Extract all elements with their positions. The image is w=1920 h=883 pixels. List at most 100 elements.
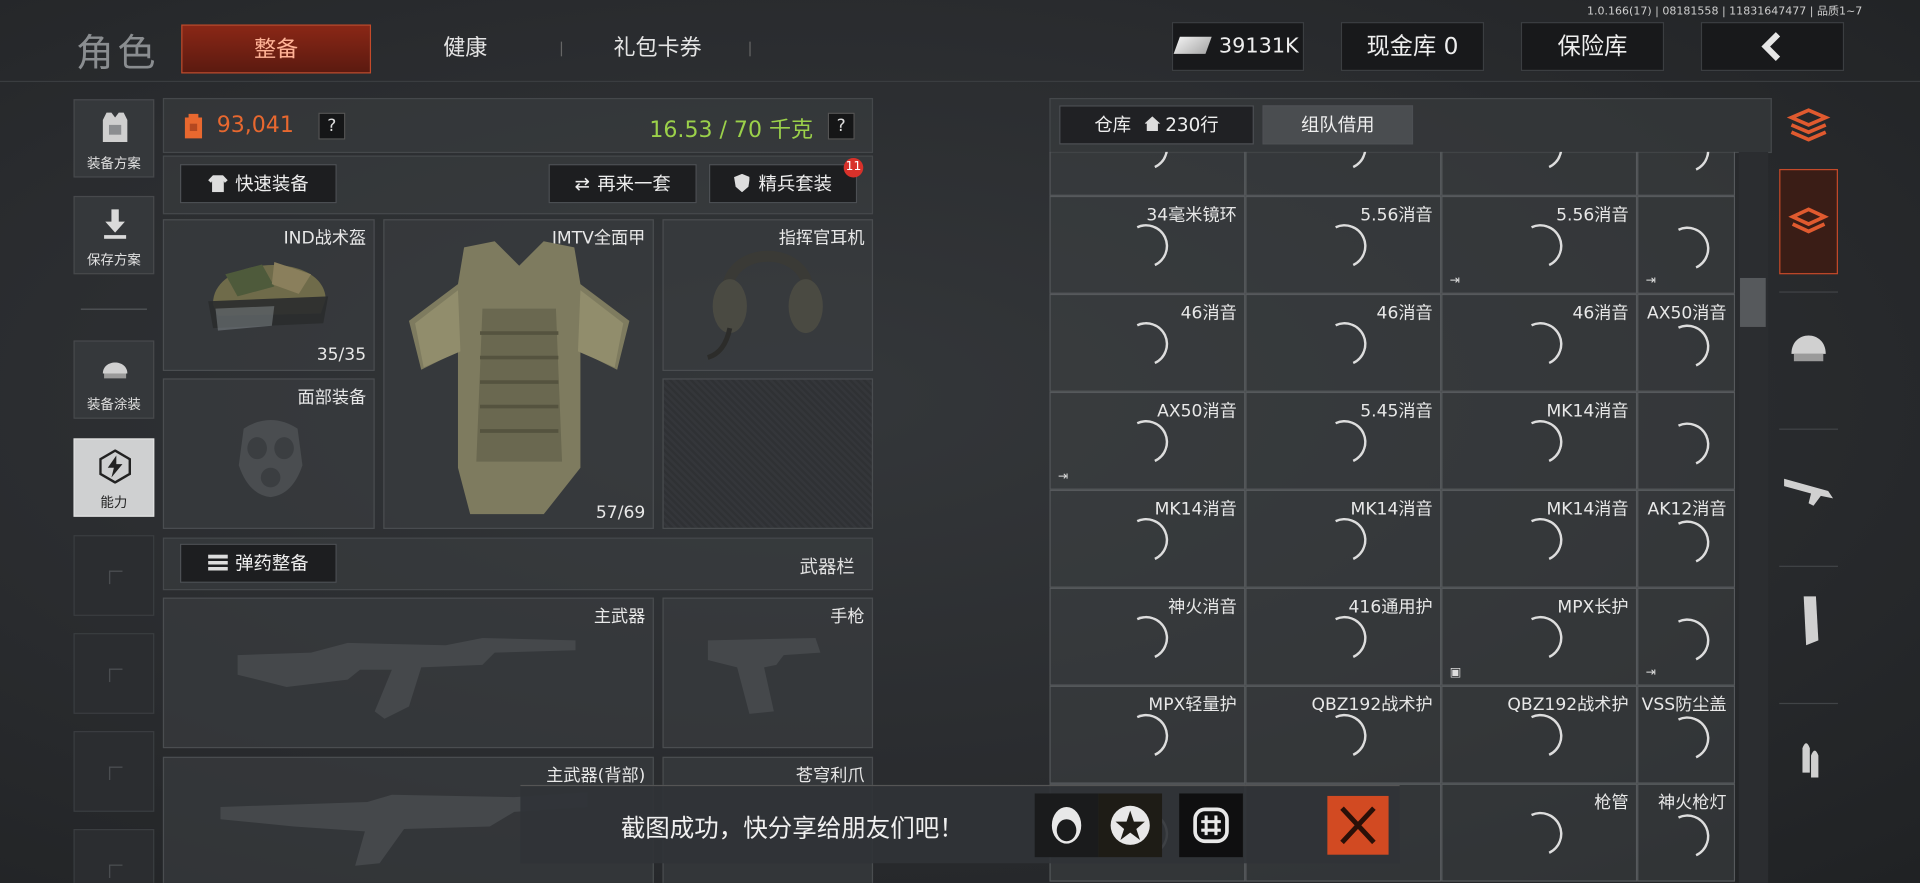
category-all[interactable]	[1779, 168, 1838, 275]
empty-equip-slot[interactable]	[662, 378, 874, 529]
grid-item-cell[interactable]: VSS防尘盖	[1637, 685, 1736, 784]
grid-item-name: MPX轻量护	[1148, 695, 1237, 716]
ammo-button[interactable]: 弹药整备	[180, 543, 337, 583]
share-wechat-button[interactable]	[1179, 793, 1243, 858]
grid-item-cell[interactable]: 神火消音	[1049, 587, 1246, 686]
grid-item-cell[interactable]: ⇥	[1637, 195, 1736, 294]
grid-item-cell[interactable]: 环	[1637, 151, 1736, 196]
gas-mask-icon	[238, 420, 303, 498]
back-button[interactable]	[1700, 22, 1845, 72]
toast-close-button[interactable]	[1327, 795, 1389, 855]
grid-item-cell[interactable]: MPX轻量护	[1049, 685, 1246, 784]
share-qzone-button[interactable]	[1098, 793, 1163, 858]
shield-icon	[734, 173, 750, 193]
loading-spinner-icon	[1316, 151, 1373, 177]
grid-item-cell[interactable]: QBZ192战术护	[1441, 685, 1638, 784]
grid-item-cell[interactable]: MK14消音	[1049, 489, 1246, 588]
save-plan-button[interactable]: 保存方案	[73, 195, 155, 275]
grid-item-cell[interactable]: 神火枪灯	[1637, 783, 1736, 882]
value-help-button[interactable]: ?	[318, 112, 346, 140]
tab-health[interactable]: 健康	[404, 24, 526, 73]
grid-item-name: 416通用护	[1348, 597, 1433, 618]
grid-item-cell[interactable]	[1441, 151, 1638, 196]
grid-item-cell[interactable]	[1245, 151, 1442, 196]
loading-spinner-icon	[1117, 151, 1175, 177]
helmet-icon	[208, 262, 329, 331]
share-qq-button[interactable]	[1034, 793, 1099, 858]
grid-item-cell[interactable]: ⇥	[1637, 587, 1736, 686]
team-borrow-tab[interactable]: 组队借用	[1262, 105, 1414, 145]
grid-item-cell[interactable]: AX50消音	[1637, 293, 1736, 392]
grid-item-cell[interactable]: 5.45消音	[1245, 391, 1442, 490]
grid-item-cell[interactable]: MPX长护 ▣	[1441, 587, 1638, 686]
grid-item-cell[interactable]: AX50消音 ⇥	[1049, 391, 1246, 490]
tab-gift[interactable]: 礼包卡券	[585, 24, 729, 73]
category-magazine[interactable]	[1779, 565, 1838, 671]
paint-button[interactable]: 装备涂装	[73, 340, 155, 419]
headset-slot[interactable]: 指挥官耳机	[662, 219, 874, 372]
grid-item-cell[interactable]: 416通用护	[1245, 587, 1442, 686]
grid-item-cell[interactable]: QBZ192战术护	[1245, 685, 1442, 784]
plan-button[interactable]: 装备方案	[73, 99, 155, 178]
face-slot[interactable]: 面部装备	[162, 378, 375, 529]
loading-spinner-icon	[1659, 220, 1716, 277]
save-plan-label: 保存方案	[86, 252, 141, 269]
toast-text: 截图成功，快分享给朋友们吧！	[620, 813, 964, 843]
grid-item-cell[interactable]: MK14消音	[1441, 489, 1638, 588]
loading-spinner-icon	[1512, 805, 1569, 863]
ability-button[interactable]: 能力	[73, 438, 155, 517]
weight-help-button[interactable]: ?	[827, 112, 855, 140]
header-divider	[0, 80, 1920, 83]
loading-spinner-icon	[1316, 315, 1373, 373]
category-helmet[interactable]	[1779, 291, 1838, 396]
grid-item-cell[interactable]	[1637, 391, 1736, 490]
grid-item-cell[interactable]: MK14消音	[1441, 391, 1638, 490]
grid-item-cell[interactable]: 46消音	[1441, 293, 1638, 392]
grid-item-cell[interactable]	[1049, 151, 1246, 196]
warehouse-rows: 230行	[1165, 113, 1219, 136]
transfer-marker-icon: ⇥	[1057, 470, 1069, 484]
grid-item-cell[interactable]: AK12消音	[1637, 489, 1736, 588]
magazine-icon	[1803, 596, 1819, 646]
cash-vault-button[interactable]: 现金库 0	[1340, 22, 1485, 72]
grid-item-cell[interactable]: 46消音	[1245, 293, 1442, 392]
loading-spinner-icon	[1659, 151, 1716, 179]
game-screen: 1.0.166(17) | 08181558 | 11831647477 | 品…	[0, 0, 1920, 883]
menu-divider	[80, 308, 147, 310]
melee-label: 苍穹利爪	[795, 766, 865, 787]
category-ammo[interactable]	[1779, 702, 1838, 808]
elite-set-button[interactable]: 精兵套装 11	[708, 157, 864, 204]
grid-item-cell[interactable]: 5.56消音	[1245, 195, 1442, 294]
version-text: 1.0.166(17) | 08181558 | 11831647477 | 品…	[1586, 6, 1863, 19]
warehouse-tab[interactable]: 仓库 230行	[1059, 105, 1254, 145]
primary-weapon-slot[interactable]: 主武器	[162, 597, 654, 749]
grid-item-cell[interactable]: 5.56消音 ⇥	[1441, 195, 1638, 294]
scrollbar-thumb[interactable]	[1740, 277, 1766, 327]
grid-item-cell[interactable]: 46消音	[1049, 293, 1246, 392]
warehouse-tab-label: 仓库	[1094, 113, 1132, 136]
loading-spinner-icon	[1117, 315, 1175, 373]
grid-item-cell[interactable]: MK14消音	[1245, 489, 1442, 588]
grid-item-cell[interactable]: 枪管	[1441, 783, 1638, 882]
money-amount: 39131K	[1218, 34, 1299, 59]
sort-filter-button[interactable]	[1779, 98, 1838, 157]
helmet-slot[interactable]: IND战术盔 35/35	[162, 219, 375, 372]
quick-equip-button[interactable]: 快速装备	[180, 164, 337, 204]
primary-back-label: 主武器(背部)	[546, 766, 646, 787]
category-rifle[interactable]	[1779, 428, 1838, 534]
grid-item-name: 46消音	[1572, 303, 1629, 324]
tab-equip[interactable]: 整备	[181, 24, 372, 74]
again-button[interactable]: ⇄ 再来一套	[548, 164, 697, 204]
grid-item-name: QBZ192战术护	[1311, 695, 1433, 716]
grid-item-cell[interactable]: 34毫米镜环	[1049, 195, 1246, 294]
empty-slot	[73, 828, 155, 883]
insurance-button[interactable]: 保险库	[1520, 22, 1665, 72]
armor-slot[interactable]: IMTV全面甲 57/69	[383, 219, 654, 529]
chevron-left-icon	[1760, 32, 1780, 61]
refresh-icon: ⇄	[574, 172, 590, 195]
pistol-slot[interactable]: 手枪	[662, 597, 874, 749]
grid-scrollbar[interactable]	[1738, 151, 1769, 883]
loading-spinner-icon	[1659, 318, 1716, 375]
helmet-icon	[1791, 335, 1826, 362]
grid-item-name: MK14消音	[1154, 499, 1237, 520]
